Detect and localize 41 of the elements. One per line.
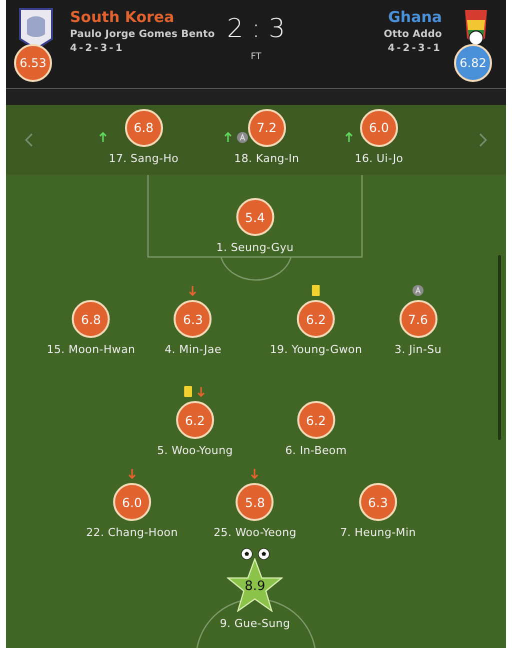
player-name[interactable]: 1. Seung-Gyu	[216, 241, 294, 254]
team-name: Ghana	[388, 8, 442, 26]
player-rating: 8.9	[244, 579, 266, 594]
player-name[interactable]: 9. Gue-Sung	[220, 617, 290, 630]
score: 2 : 3	[226, 14, 286, 44]
player-rating: 6.3	[359, 483, 397, 521]
player-rating: 5.8	[236, 483, 274, 521]
player-rating: 7.6	[399, 300, 437, 338]
player-rating: 6.2	[297, 300, 335, 338]
formation: 4-2-3-1	[70, 43, 126, 54]
player-name[interactable]: 15. Moon-Hwan	[46, 343, 136, 356]
team-rating: 6.82	[454, 44, 492, 82]
player-name[interactable]: 25. Woo-Yeong	[214, 526, 296, 539]
team-rating: 6.53	[14, 44, 52, 82]
coach-name: Paulo Jorge Gomes Bento	[70, 29, 215, 40]
player-name[interactable]: 6. In-Beom	[285, 444, 347, 457]
player-rating: 6.2	[297, 401, 335, 439]
player-name[interactable]: 19. Young-Gwon	[270, 343, 362, 356]
formation: 4-2-3-1	[388, 43, 442, 54]
scrollbar[interactable]	[498, 255, 501, 440]
player-name[interactable]: 16. Ui-Jo	[354, 152, 404, 164]
player-rating: 5.4	[236, 198, 274, 236]
player-name[interactable]: 17. Sang-Ho	[108, 152, 179, 164]
player-rating: 6.0	[360, 108, 398, 146]
player-rating: 6.2	[176, 401, 214, 439]
player-rating: 6.3	[174, 300, 212, 338]
player-name[interactable]: 7. Heung-Min	[340, 526, 416, 539]
player-name[interactable]: 22. Chang-Hoon	[86, 526, 178, 539]
team-name: South Korea	[70, 8, 176, 26]
match-status: FT	[250, 52, 262, 62]
player-name[interactable]: 3. Jin-Su	[394, 343, 442, 356]
chevron-right-icon	[479, 133, 488, 147]
chevron-left-icon	[24, 133, 33, 147]
player-rating: 6.8	[124, 108, 163, 146]
player-rating: 6.0	[113, 483, 151, 521]
player-rating: 7.2	[248, 108, 286, 146]
player-name[interactable]: 18. Kang-In	[234, 152, 300, 164]
player-name[interactable]: 5. Woo-Young	[157, 444, 233, 457]
player-name[interactable]: 4. Min-Jae	[164, 343, 222, 356]
coach-name: Otto Addo	[384, 29, 442, 40]
player-rating: 6.8	[72, 300, 110, 338]
